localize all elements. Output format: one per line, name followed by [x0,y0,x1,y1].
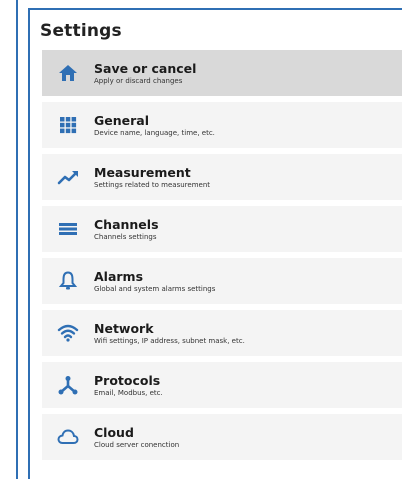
menu-item-description: Settings related to measurement [94,181,211,189]
menu-item-alarms[interactable]: Alarms Global and system alarms settings [42,258,402,304]
menu-item-description: Channels settings [94,233,157,241]
menu-item-description: Apply or discard changes [94,77,183,85]
settings-page: Settings Save or cancel Apply or discard… [0,0,402,479]
menu-item-label: Cloud [94,425,134,440]
wifi-icon [57,324,79,342]
page-title: Settings [40,21,122,41]
menu-item-label: Channels [94,217,159,232]
menu-item-description: Global and system alarms settings [94,285,216,293]
menu-item-label: Save or cancel [94,61,197,76]
grid-icon [60,117,77,134]
menu-item-network[interactable]: Network Wifi settings, IP address, subne… [42,310,402,356]
home-icon [59,65,77,81]
menu-item-description: Cloud server conenction [94,441,180,449]
settings-menu: Save or cancel Apply or discard changes … [42,50,402,466]
cloud-icon [57,429,79,444]
menu-item-cloud[interactable]: Cloud Cloud server conenction [42,414,402,460]
menu-item-label: Protocols [94,373,161,388]
bell-icon [58,271,78,290]
menu-item-protocols[interactable]: Protocols Email, Modbus, etc. [42,362,402,408]
menu-item-label: Network [94,321,154,336]
menu-item-description: Email, Modbus, etc. [94,389,163,397]
menu-item-save-or-cancel[interactable]: Save or cancel Apply or discard changes [42,50,402,96]
settings-panel: Settings Save or cancel Apply or discard… [28,8,402,479]
left-panel-edge [0,0,18,479]
menu-item-measurement[interactable]: Measurement Settings related to measurem… [42,154,402,200]
menu-item-label: Measurement [94,165,191,180]
trend-icon [57,171,78,185]
menu-item-channels[interactable]: Channels Channels settings [42,206,402,252]
menu-item-description: Device name, language, time, etc. [94,129,215,137]
menu-item-label: Alarms [94,269,144,284]
list-icon [59,223,77,235]
menu-item-general[interactable]: General Device name, language, time, etc… [42,102,402,148]
menu-item-label: General [94,113,149,128]
network-icon [58,376,78,395]
menu-item-description: Wifi settings, IP address, subnet mask, … [94,337,245,345]
